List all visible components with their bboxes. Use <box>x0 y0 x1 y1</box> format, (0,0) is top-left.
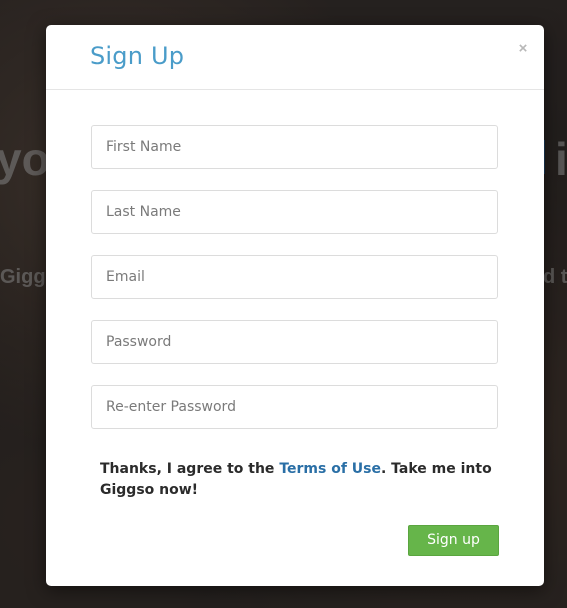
agreement-prefix: Thanks, I agree to the <box>100 461 280 477</box>
password-input[interactable] <box>91 320 498 364</box>
reenter-password-input[interactable] <box>91 385 498 429</box>
signup-button[interactable]: Sign up <box>408 525 499 556</box>
last-name-input[interactable] <box>91 190 498 234</box>
modal-title: Sign Up <box>90 42 185 70</box>
terms-agreement-text: Thanks, I agree to the Terms of Use. Tak… <box>100 459 500 501</box>
close-icon[interactable]: × <box>516 41 530 57</box>
first-name-input[interactable] <box>91 125 498 169</box>
email-input[interactable] <box>91 255 498 299</box>
terms-of-use-link[interactable]: Terms of Use <box>279 461 381 477</box>
signup-modal: Sign Up × Thanks, I agree to the Terms o… <box>46 25 544 586</box>
modal-header: Sign Up × <box>46 25 544 90</box>
